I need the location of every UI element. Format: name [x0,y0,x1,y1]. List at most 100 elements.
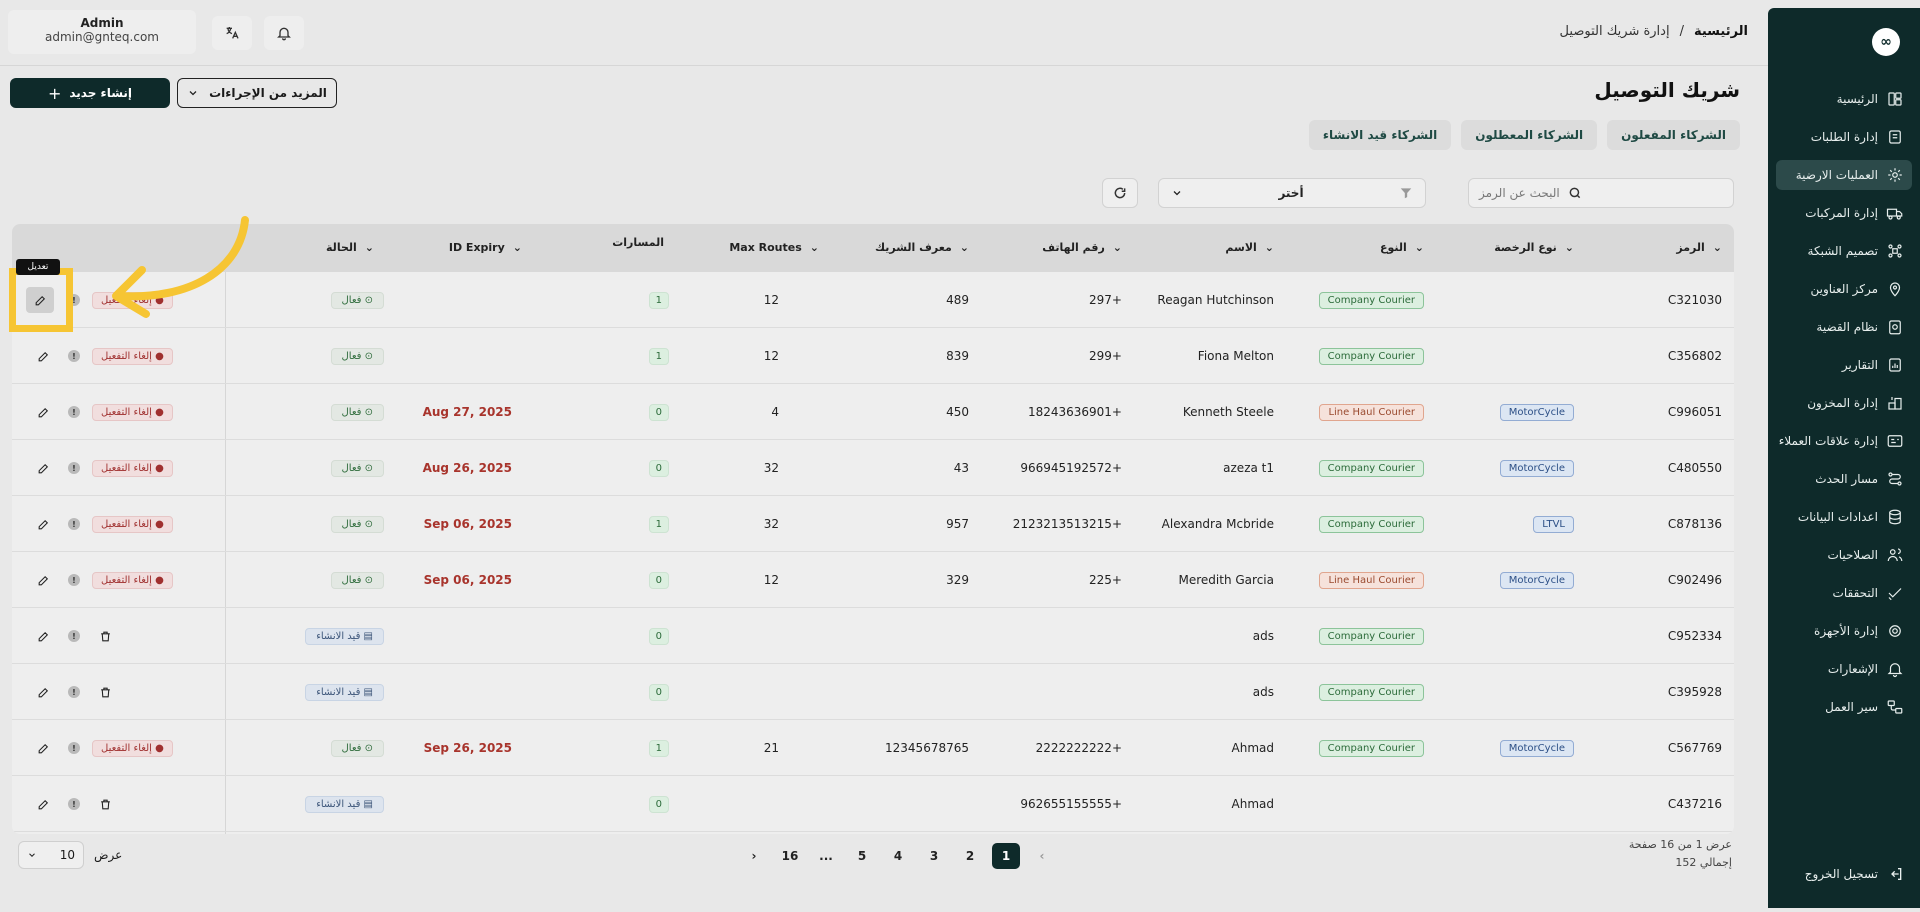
prev-page-button[interactable]: ‹ [1028,843,1056,869]
info-icon[interactable]: ! [68,350,80,362]
page-button[interactable]: 4 [884,843,912,869]
filter-select[interactable]: أختر [1158,178,1426,208]
page-button[interactable]: 2 [956,843,984,869]
trash-icon [100,799,110,809]
col-max-routes[interactable]: Max Routes ⌄ [729,241,819,254]
info-icon[interactable]: ! [68,518,80,530]
info-icon[interactable]: ! [68,686,80,698]
edit-button[interactable] [34,459,52,477]
table-row[interactable]: C356802 Company Courier Fiona Melton 299+ 83… [12,328,1734,384]
deactivate-button[interactable]: إلغاء التفعيل ● [92,739,173,757]
col-name[interactable]: الاسم ⌄ [1225,241,1274,254]
app-logo[interactable]: ∞ [1872,28,1900,56]
next-page-button[interactable]: › [740,843,768,869]
create-new-button[interactable]: + إنشاء جديد [10,78,170,108]
edit-button[interactable] [34,739,52,757]
edit-button-highlighted[interactable] [26,287,54,313]
edit-button[interactable] [34,627,52,645]
tab-active-partners[interactable]: الشركاء المفعلون [1607,120,1740,150]
page-button-current[interactable]: 1 [992,843,1020,869]
breadcrumb-home[interactable]: الرئيسية [1694,24,1748,39]
info-icon[interactable]: ! [68,798,80,810]
info-icon[interactable]: ! [68,406,80,418]
translate-icon [226,27,239,39]
sidebar-item-operations[interactable]: العمليات الارضية [1776,160,1912,190]
sidebar-item-label: اعدادات البيانات [1797,510,1878,524]
table-row[interactable]: C437216 Ahmad 962655155555+ 0 قيد الانشاء ▤! [12,776,1734,832]
delete-button[interactable] [96,683,114,701]
table-row[interactable]: C996051 MotorCycle Line Haul Courier Kennet… [12,384,1734,440]
operations-icon [1886,166,1904,184]
sidebar-item-dashboard[interactable]: الرئيسية [1776,84,1912,114]
col-id-expiry[interactable]: ID Expiry ⌄ [449,241,522,254]
table-row[interactable]: C395928 Company Courier ads 0 قيد الانشاء ▤! [12,664,1734,720]
table-row[interactable]: C321030 Company Courier Reagan Hutchinson 2… [12,272,1734,328]
deactivate-button[interactable]: إلغاء التفعيل ● [92,347,173,365]
deactivate-button[interactable]: إلغاء التفعيل ● [92,515,173,533]
page-button[interactable]: 16 [776,843,804,869]
sidebar-item-label: نظام القضية [1816,320,1878,334]
user-profile[interactable]: Admin admin@gnteq.com [8,10,196,54]
col-code[interactable]: الرمز ⌄ [1676,241,1722,254]
info-icon[interactable]: ! [68,462,80,474]
cell-partner-id: 489 [946,293,969,307]
edit-button[interactable] [34,347,52,365]
edit-button[interactable] [34,515,52,533]
edit-button[interactable] [34,571,52,589]
col-license[interactable]: نوع الرخصة ⌄ [1494,241,1574,254]
cell-edit [34,440,52,496]
type-badge: Company Courier [1318,627,1424,645]
type-badge: Company Courier [1318,739,1424,757]
page-button[interactable]: 5 [848,843,876,869]
sidebar-item-devices[interactable]: إدارة الأجهزة [1776,616,1912,646]
license-badge: LTVL [1533,515,1574,533]
cell-name: ads [1252,629,1274,643]
tab-draft-partners[interactable]: الشركاء قيد الانشاء [1308,120,1452,150]
page-button[interactable]: 3 [920,843,948,869]
sidebar-item-users[interactable]: الصلاحيات [1776,540,1912,570]
sidebar-item-reports[interactable]: التقارير [1776,350,1912,380]
edit-button[interactable] [34,403,52,421]
sidebar-item-location[interactable]: مركز العناوين [1776,274,1912,304]
sidebar-item-bell[interactable]: الإشعارات [1776,654,1912,684]
sidebar-item-workflow[interactable]: سير العمل [1776,692,1912,722]
sidebar-item-database[interactable]: اعدادات البيانات [1776,502,1912,532]
deactivate-button[interactable]: إلغاء التفعيل ● [92,403,173,421]
table-row[interactable]: C480550 MotorCycle Company Courier azeza t1… [12,440,1734,496]
info-icon[interactable]: ! [68,630,80,642]
edit-button[interactable] [34,795,52,813]
col-type[interactable]: النوع ⌄ [1380,241,1424,254]
sidebar-item-route[interactable]: مسار الحدث [1776,464,1912,494]
translate-button[interactable] [212,16,252,50]
edit-button[interactable] [34,683,52,701]
sidebar-item-verify[interactable]: التحققات [1776,578,1912,608]
notifications-button[interactable] [264,16,304,50]
col-phone[interactable]: رقم الهاتف ⌄ [1042,241,1122,254]
col-partner-id[interactable]: معرف الشريك ⌄ [875,241,969,254]
table-row[interactable]: C902496 MotorCycle Line Haul Courier Meredi… [12,552,1734,608]
sidebar-item-truck[interactable]: إدارة المركبات [1776,198,1912,228]
table-row[interactable]: C878136 LTVL Company Courier Alexandra Mcbr… [12,496,1734,552]
sidebar-item-case[interactable]: نظام القضية [1776,312,1912,342]
info-icon[interactable]: ! [68,574,80,586]
table-row[interactable]: C952334 Company Courier ads 0 قيد الانشاء ▤! [12,608,1734,664]
sidebar-item-crm[interactable]: إدارة علاقات العملاء [1776,426,1912,456]
cell-partner-id: 12345678765 [885,741,969,755]
refresh-button[interactable] [1102,178,1138,208]
sidebar-item-label: التحققات [1832,586,1878,600]
sidebar-item-network[interactable]: تصميم الشبكة [1776,236,1912,266]
info-icon[interactable]: ! [68,742,80,754]
table-row[interactable]: C567769 MotorCycle Company Courier Ahmad 222… [12,720,1734,776]
logout-button[interactable]: تسجيل الخروج [1805,866,1904,882]
more-actions-button[interactable]: المزيد من الإجراءات [177,78,337,108]
sidebar-item-inventory[interactable]: إدارة المخزون [1776,388,1912,418]
deactivate-button[interactable]: إلغاء التفعيل ● [92,459,173,477]
sidebar-item-orders[interactable]: إدارة الطلبات [1776,122,1912,152]
search-input[interactable]: البحث عن الرمز [1468,178,1734,208]
delete-button[interactable] [96,795,114,813]
page-size-select[interactable]: 10 [18,841,84,869]
deactivate-button[interactable]: إلغاء التفعيل ● [92,571,173,589]
tab-disabled-partners[interactable]: الشركاء المعطلون [1461,120,1598,150]
delete-button[interactable] [96,627,114,645]
col-status[interactable]: الحالة ⌄ [326,241,374,254]
